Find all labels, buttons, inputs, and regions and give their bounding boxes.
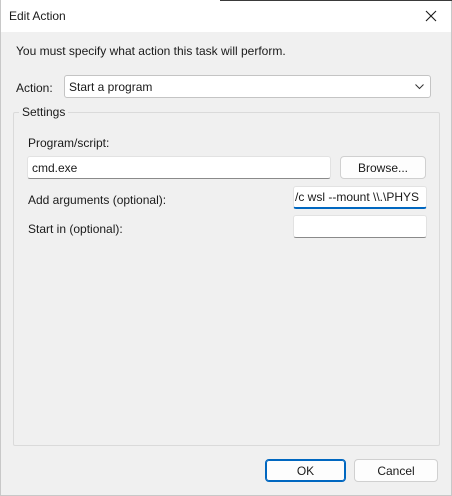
instruction-text: You must specify what action this task w… <box>16 44 286 58</box>
action-dropdown[interactable]: Start a program <box>64 75 431 98</box>
browse-button[interactable]: Browse... <box>340 156 426 179</box>
window-edge-line <box>220 0 452 1</box>
start-in-input[interactable] <box>293 215 427 238</box>
program-script-input[interactable] <box>27 156 331 179</box>
arguments-input[interactable]: /c wsl --mount \\.\PHYS <box>293 186 427 209</box>
chevron-down-icon <box>415 84 424 90</box>
ok-button[interactable]: OK <box>265 459 346 482</box>
action-selected-value: Start a program <box>69 79 153 94</box>
cancel-button[interactable]: Cancel <box>354 459 438 482</box>
program-script-label: Program/script: <box>28 136 110 150</box>
edit-action-dialog: Edit Action You must specify what action… <box>0 0 452 496</box>
title-bar: Edit Action <box>1 0 451 32</box>
close-icon <box>425 10 437 22</box>
arguments-input-value: /c wsl --mount \\.\PHYS <box>295 190 420 204</box>
start-in-label: Start in (optional): <box>28 222 123 236</box>
action-label: Action: <box>16 81 53 95</box>
close-button[interactable] <box>411 0 451 32</box>
window-title: Edit Action <box>9 9 66 23</box>
settings-legend: Settings <box>19 105 69 119</box>
arguments-label: Add arguments (optional): <box>28 193 167 207</box>
